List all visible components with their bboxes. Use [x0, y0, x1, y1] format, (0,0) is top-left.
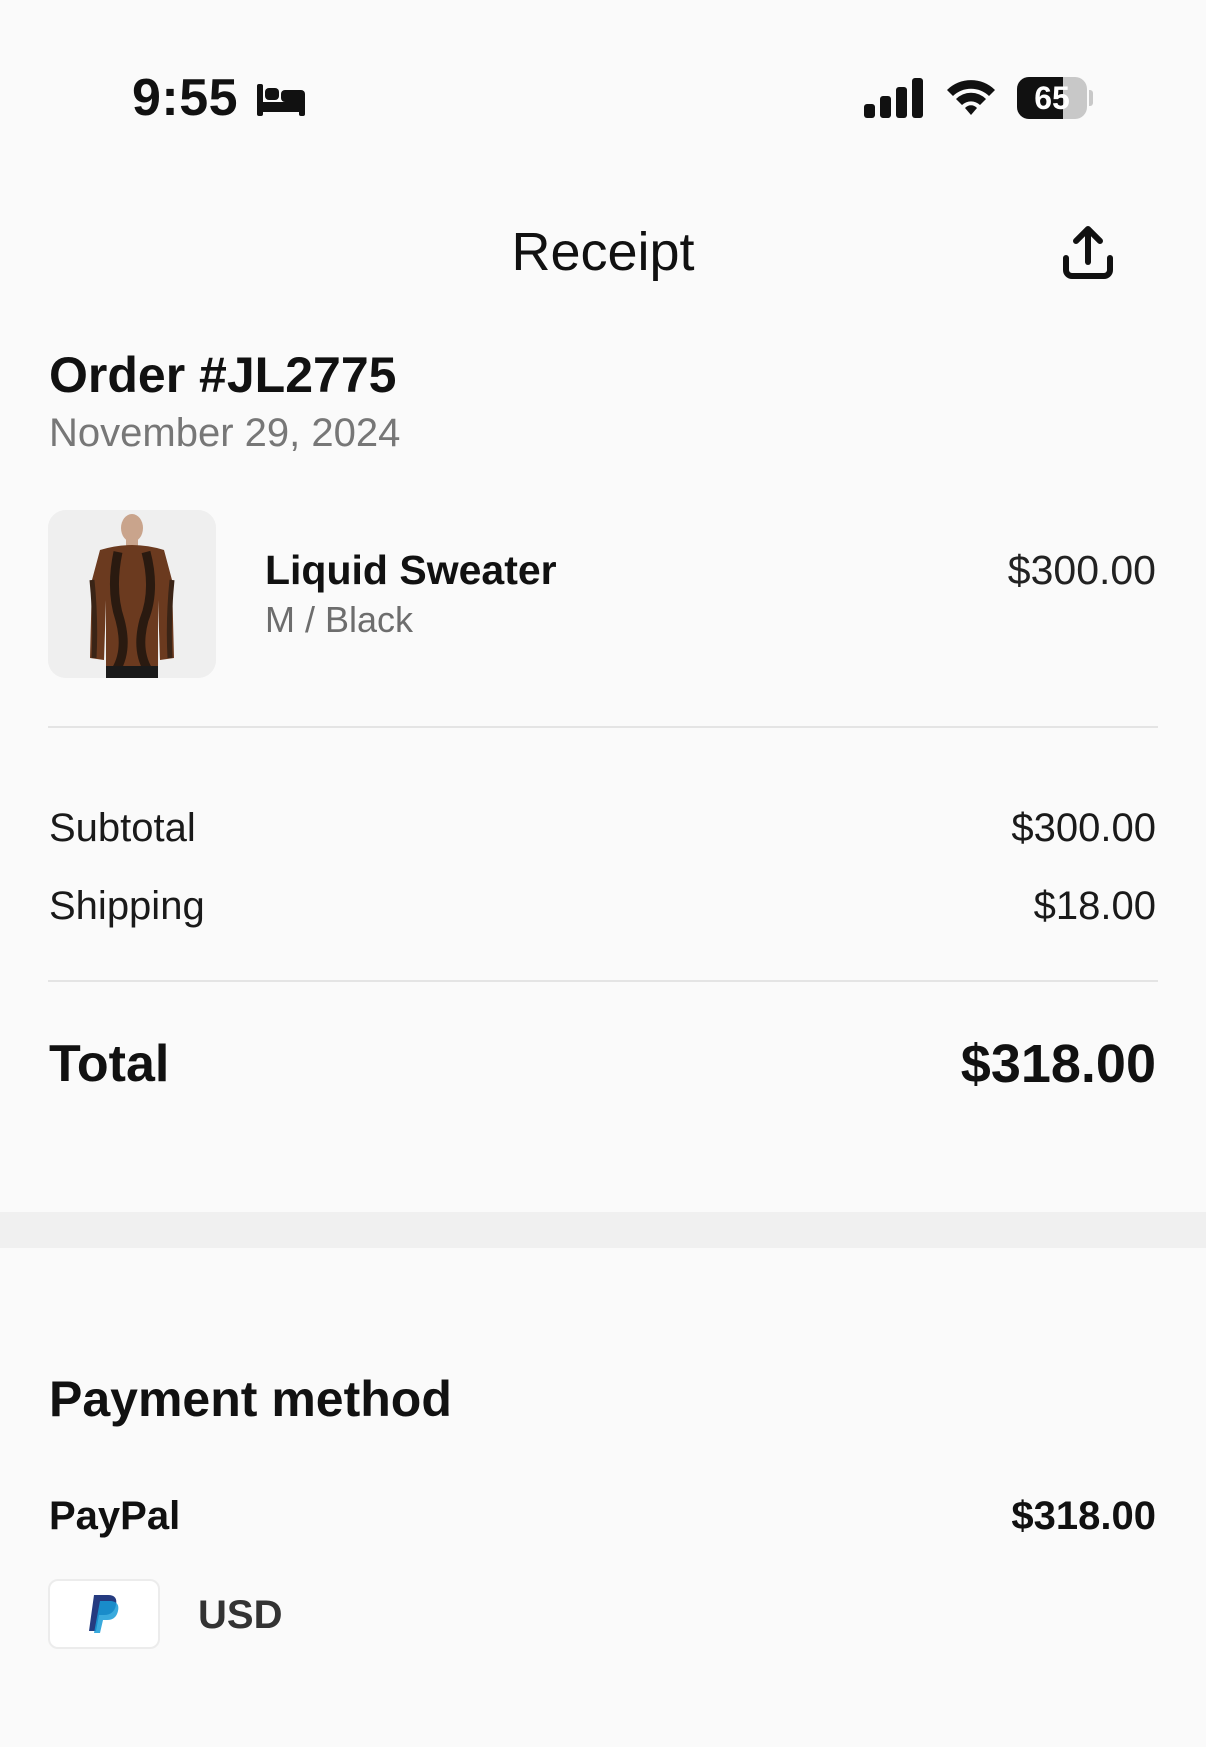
product-name: Liquid Sweater — [265, 547, 557, 593]
payment-currency: USD — [198, 1593, 283, 1637]
payment-method-name: PayPal — [49, 1494, 181, 1538]
divider — [48, 726, 1158, 728]
divider — [48, 980, 1158, 982]
battery-level: 65 — [1034, 80, 1070, 116]
order-number: Order #JL2775 — [49, 347, 397, 403]
shipping-label: Shipping — [49, 884, 205, 928]
paypal-badge — [48, 1579, 160, 1649]
payment-amount: $318.00 — [1011, 1494, 1156, 1538]
payment-method-title: Payment method — [49, 1371, 452, 1427]
subtotal-value: $300.00 — [1011, 806, 1156, 850]
sweater-model-image — [48, 510, 216, 678]
total-value: $318.00 — [960, 1034, 1156, 1094]
total-label: Total — [49, 1035, 170, 1093]
battery-icon: 65 — [1017, 77, 1093, 119]
share-button[interactable] — [1052, 218, 1124, 290]
section-separator — [0, 1212, 1206, 1248]
status-time: 9:55 — [132, 69, 239, 127]
product-variant: M / Black — [265, 599, 414, 640]
order-date: November 29, 2024 — [49, 411, 401, 455]
sleep-focus-icon — [257, 84, 305, 116]
cellular-signal-icon — [864, 78, 923, 118]
subtotal-label: Subtotal — [49, 806, 196, 850]
wifi-icon — [947, 80, 995, 115]
product-price: $300.00 — [1007, 547, 1156, 593]
page-title: Receipt — [511, 222, 695, 282]
paypal-icon — [89, 1595, 119, 1633]
shipping-value: $18.00 — [1033, 884, 1156, 928]
product-image[interactable] — [48, 510, 216, 678]
share-icon — [1063, 226, 1113, 279]
